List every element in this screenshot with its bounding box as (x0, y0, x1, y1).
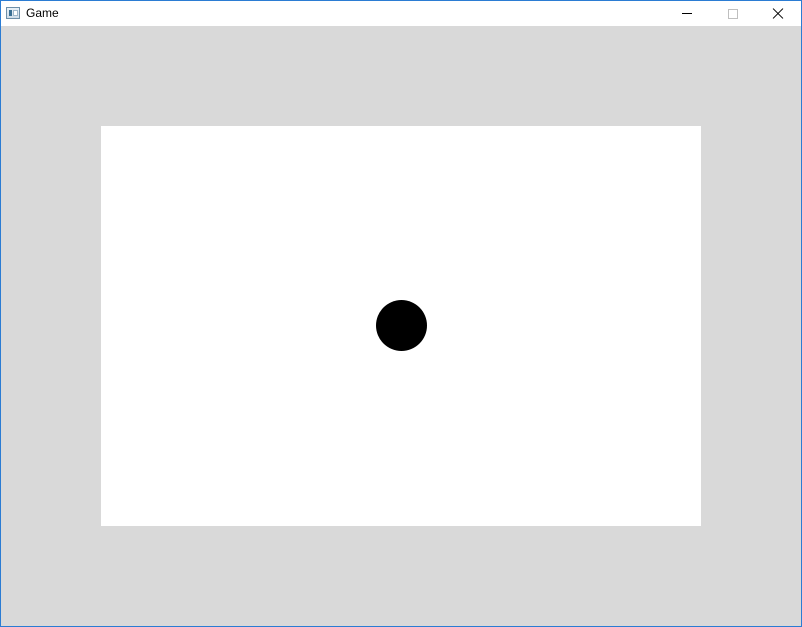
close-button[interactable] (755, 1, 801, 26)
window-title: Game (26, 6, 59, 20)
game-window: Game (0, 0, 802, 627)
game-client-area (1, 26, 801, 626)
maximize-icon (728, 8, 738, 19)
close-icon (772, 8, 784, 20)
application-icon[interactable] (6, 7, 20, 19)
minimize-button[interactable] (664, 1, 710, 26)
maximize-button (710, 1, 756, 26)
ball (376, 300, 427, 351)
game-canvas[interactable] (101, 126, 701, 526)
title-bar[interactable]: Game (1, 1, 801, 26)
minimize-icon (682, 13, 692, 14)
